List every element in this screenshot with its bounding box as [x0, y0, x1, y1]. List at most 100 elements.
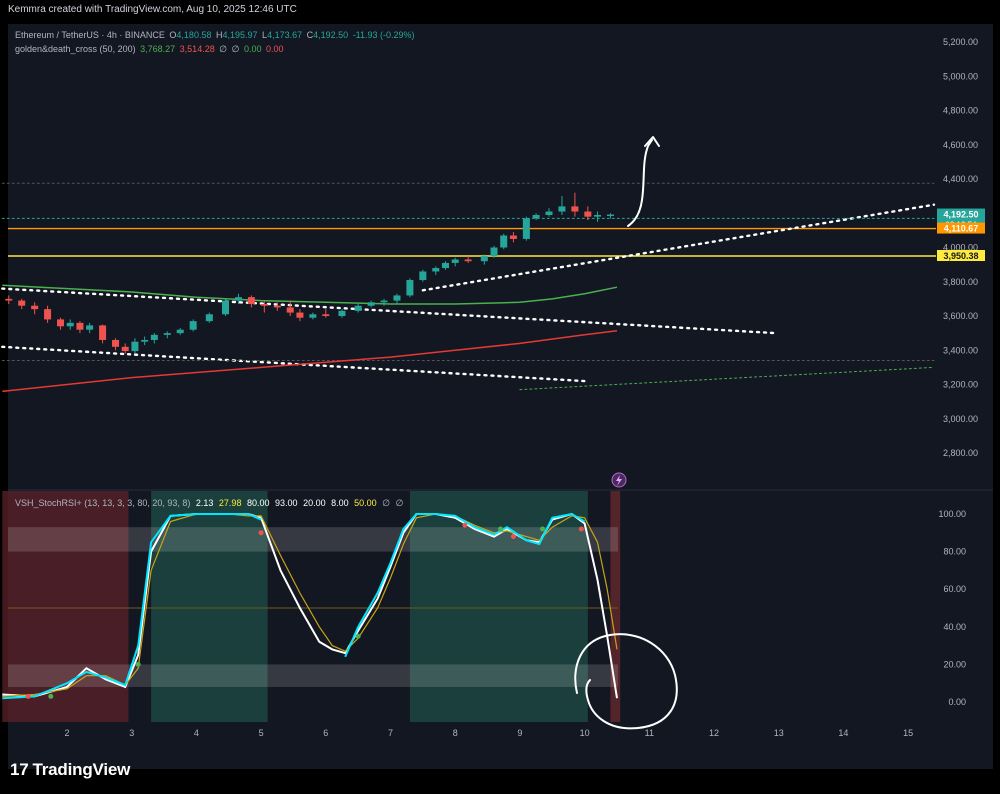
candle	[286, 300, 294, 316]
candle	[571, 192, 579, 217]
candle	[150, 333, 158, 344]
candle-body	[234, 297, 242, 301]
osc-value-9: ∅	[395, 498, 404, 508]
candle-body	[354, 305, 362, 311]
tradingview-logo-text: TradingView	[32, 760, 131, 779]
candle	[44, 305, 52, 323]
candle-body	[500, 235, 508, 248]
indicator-value-5: 0.00	[243, 44, 262, 54]
candle	[18, 298, 26, 310]
cross-marker	[540, 526, 546, 532]
annotations	[574, 136, 678, 730]
trendline	[1, 345, 586, 383]
candle	[500, 233, 508, 250]
osc-axis-label: 80.00	[943, 547, 966, 557]
candle-body	[571, 206, 579, 212]
osc-value-5: 20.00	[303, 498, 326, 508]
candle	[121, 343, 129, 354]
osc-axis-label: 20.00	[943, 659, 966, 669]
price-axis-label: 3,800.00	[943, 277, 978, 287]
candle	[31, 302, 39, 315]
time-axis-label: 4	[194, 728, 199, 738]
candle-body	[5, 298, 13, 301]
candle-body	[545, 211, 553, 215]
time-axis-label: 12	[709, 728, 719, 738]
candle-body	[205, 314, 213, 322]
osc-bands	[2, 491, 621, 722]
candle-body	[66, 322, 74, 327]
candle-body	[490, 247, 498, 257]
overlays	[1, 182, 936, 393]
candle-body	[309, 314, 317, 318]
candle	[545, 208, 553, 217]
candle-body	[112, 339, 120, 347]
candle-body	[18, 300, 26, 306]
indicator-value-1: 3,768.27	[140, 44, 176, 54]
price-tag-label: 3,950.38	[943, 251, 978, 261]
time-axis-label: 3	[129, 728, 134, 738]
candle-body	[522, 218, 530, 239]
candle	[76, 321, 84, 334]
candle	[163, 331, 171, 339]
candle	[5, 295, 13, 305]
candle	[112, 338, 120, 351]
indicator-value-2: 3,514.28	[179, 44, 215, 54]
candle	[322, 309, 330, 318]
candle	[222, 298, 230, 316]
time-axis-label: 11	[645, 728, 654, 738]
osc-axis-label: 60.00	[943, 584, 966, 594]
candle-body	[584, 211, 592, 217]
price-legend: Ethereum / TetherUS · 4h · BINANCE O4,18…	[15, 30, 417, 40]
candle-body	[189, 321, 197, 330]
candle-body	[606, 214, 614, 217]
candle	[141, 336, 149, 346]
cross-marker	[355, 633, 361, 639]
time-axis-label: 7	[388, 728, 393, 738]
candle	[247, 295, 255, 308]
candle	[338, 309, 346, 318]
candle	[205, 312, 213, 323]
candle-body	[163, 333, 171, 335]
time-axis-label: 10	[580, 728, 590, 738]
candle	[532, 213, 540, 221]
candle-body	[273, 305, 281, 308]
time-axis-label: 6	[323, 728, 328, 738]
candle	[584, 206, 592, 221]
osc-axis-label: 0.00	[948, 697, 966, 707]
candle	[406, 278, 414, 298]
candle-body	[76, 322, 84, 330]
lightning-icon	[611, 472, 627, 488]
candle	[522, 216, 530, 241]
candle	[66, 319, 74, 330]
open-value: O4,180.58	[169, 30, 212, 40]
candle	[131, 338, 139, 354]
price-axis-label: 4,600.00	[943, 140, 978, 150]
candle-body	[451, 259, 459, 263]
time-axis-label: 15	[903, 728, 913, 738]
candle	[309, 312, 317, 320]
candle	[99, 324, 107, 344]
candle-body	[367, 302, 375, 306]
candle-body	[441, 262, 449, 269]
price-tag-label: 4,192.50	[943, 210, 978, 220]
tradingview-logo-mark: 17	[10, 760, 29, 779]
candles	[5, 192, 614, 354]
time-axis-label: 2	[64, 728, 69, 738]
candle	[451, 257, 459, 267]
candle	[380, 298, 388, 306]
osc-name: VSH_StochRSI+ (13, 13, 3, 3, 80, 20, 93,…	[15, 498, 191, 508]
candle-body	[532, 214, 540, 219]
chart-canvas[interactable]: 5,200.00 5,000.00 4,800.00 4,600.00 4,400.00…	[0, 0, 1000, 794]
price-tag-label: 4,110.67	[944, 224, 979, 234]
candle-body	[322, 314, 330, 316]
high-value: H4,195.97	[215, 30, 258, 40]
ma-200-line	[2, 329, 618, 393]
price-axis-label: 5,200.00	[943, 37, 978, 47]
price-axis-label: 4,400.00	[943, 174, 978, 184]
price-axis-label: 5,000.00	[943, 71, 978, 81]
candle-body	[141, 339, 149, 342]
candle-body	[594, 214, 602, 217]
candle	[57, 317, 65, 330]
candle-body	[296, 312, 304, 318]
time-axis-label: 8	[453, 728, 458, 738]
